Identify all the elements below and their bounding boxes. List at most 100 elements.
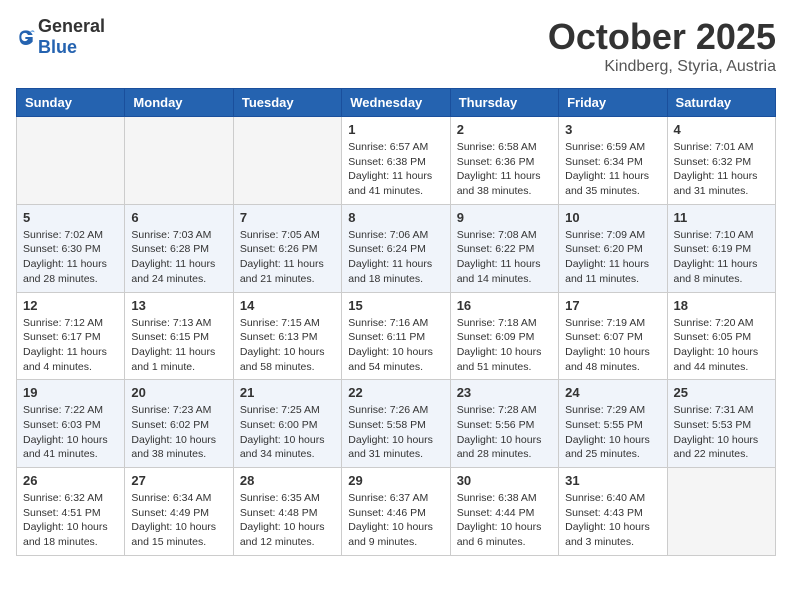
calendar-day-cell: 23 Sunrise: 7:28 AM Sunset: 5:56 PM Dayli…: [450, 380, 558, 468]
day-number: 23: [457, 385, 552, 400]
weekday-header-thursday: Thursday: [450, 89, 558, 117]
page-header: General Blue October 2025 Kindberg, Styr…: [16, 16, 776, 76]
location-subtitle: Kindberg, Styria, Austria: [548, 58, 776, 76]
day-number: 16: [457, 298, 552, 313]
calendar-week-row: 1Sunrise: 6:57 AM Sunset: 6:38 PM Daylig…: [17, 117, 776, 205]
calendar-day-cell: 18 Sunrise: 7:20 AM Sunset: 6:05 PM Dayli…: [667, 292, 775, 380]
calendar-day-cell: 26 Sunrise: 6:32 AM Sunset: 4:51 PM Dayli…: [17, 468, 125, 556]
day-info: Sunrise: 7:09 AM Sunset: 6:20 PM Dayligh…: [565, 228, 660, 287]
calendar-day-cell: [125, 117, 233, 205]
day-number: 30: [457, 473, 552, 488]
day-number: 8: [348, 210, 443, 225]
calendar-day-cell: [233, 117, 341, 205]
calendar-day-cell: 12 Sunrise: 7:12 AM Sunset: 6:17 PM Dayli…: [17, 292, 125, 380]
logo-icon: [16, 27, 36, 47]
day-info: Sunrise: 7:28 AM Sunset: 5:56 PM Dayligh…: [457, 403, 552, 462]
calendar-day-cell: 17 Sunrise: 7:19 AM Sunset: 6:07 PM Dayli…: [559, 292, 667, 380]
calendar-day-cell: 31 Sunrise: 6:40 AM Sunset: 4:43 PM Dayli…: [559, 468, 667, 556]
day-number: 25: [674, 385, 769, 400]
weekday-header-tuesday: Tuesday: [233, 89, 341, 117]
day-number: 31: [565, 473, 660, 488]
calendar-day-cell: 5 Sunrise: 7:02 AM Sunset: 6:30 PM Daylig…: [17, 204, 125, 292]
calendar-week-row: 26 Sunrise: 6:32 AM Sunset: 4:51 PM Dayli…: [17, 468, 776, 556]
day-number: 9: [457, 210, 552, 225]
calendar-day-cell: 25 Sunrise: 7:31 AM Sunset: 5:53 PM Dayli…: [667, 380, 775, 468]
weekday-header-friday: Friday: [559, 89, 667, 117]
day-number: 1: [348, 122, 443, 137]
day-info: Sunrise: 6:38 AM Sunset: 4:44 PM Dayligh…: [457, 491, 552, 550]
weekday-header-saturday: Saturday: [667, 89, 775, 117]
calendar-day-cell: 16 Sunrise: 7:18 AM Sunset: 6:09 PM Dayli…: [450, 292, 558, 380]
day-number: 2: [457, 122, 552, 137]
calendar-day-cell: 6Sunrise: 7:03 AM Sunset: 6:28 PM Daylig…: [125, 204, 233, 292]
calendar-day-cell: 28 Sunrise: 6:35 AM Sunset: 4:48 PM Dayli…: [233, 468, 341, 556]
calendar-day-cell: 3 Sunrise: 6:59 AM Sunset: 6:34 PM Daylig…: [559, 117, 667, 205]
day-number: 6: [131, 210, 226, 225]
weekday-header-wednesday: Wednesday: [342, 89, 450, 117]
day-info: Sunrise: 6:34 AM Sunset: 4:49 PM Dayligh…: [131, 491, 226, 550]
calendar-day-cell: 15Sunrise: 7:16 AM Sunset: 6:11 PM Dayli…: [342, 292, 450, 380]
calendar-week-row: 12 Sunrise: 7:12 AM Sunset: 6:17 PM Dayli…: [17, 292, 776, 380]
day-info: Sunrise: 6:59 AM Sunset: 6:34 PM Dayligh…: [565, 140, 660, 199]
day-info: Sunrise: 7:18 AM Sunset: 6:09 PM Dayligh…: [457, 316, 552, 375]
day-info: Sunrise: 7:31 AM Sunset: 5:53 PM Dayligh…: [674, 403, 769, 462]
day-number: 13: [131, 298, 226, 313]
day-info: Sunrise: 7:02 AM Sunset: 6:30 PM Dayligh…: [23, 228, 118, 287]
weekday-header-monday: Monday: [125, 89, 233, 117]
day-info: Sunrise: 7:19 AM Sunset: 6:07 PM Dayligh…: [565, 316, 660, 375]
calendar-day-cell: 9 Sunrise: 7:08 AM Sunset: 6:22 PM Daylig…: [450, 204, 558, 292]
calendar-day-cell: 14 Sunrise: 7:15 AM Sunset: 6:13 PM Dayli…: [233, 292, 341, 380]
day-info: Sunrise: 7:10 AM Sunset: 6:19 PM Dayligh…: [674, 228, 769, 287]
day-info: Sunrise: 7:16 AM Sunset: 6:11 PM Dayligh…: [348, 316, 443, 375]
day-info: Sunrise: 7:25 AM Sunset: 6:00 PM Dayligh…: [240, 403, 335, 462]
calendar-week-row: 5 Sunrise: 7:02 AM Sunset: 6:30 PM Daylig…: [17, 204, 776, 292]
day-info: Sunrise: 7:13 AM Sunset: 6:15 PM Dayligh…: [131, 316, 226, 375]
day-info: Sunrise: 7:12 AM Sunset: 6:17 PM Dayligh…: [23, 316, 118, 375]
day-info: Sunrise: 6:35 AM Sunset: 4:48 PM Dayligh…: [240, 491, 335, 550]
calendar-day-cell: 4 Sunrise: 7:01 AM Sunset: 6:32 PM Daylig…: [667, 117, 775, 205]
day-number: 19: [23, 385, 118, 400]
logo-blue-text: Blue: [38, 37, 105, 58]
day-number: 26: [23, 473, 118, 488]
calendar-day-cell: 13 Sunrise: 7:13 AM Sunset: 6:15 PM Dayli…: [125, 292, 233, 380]
calendar-day-cell: 27 Sunrise: 6:34 AM Sunset: 4:49 PM Dayli…: [125, 468, 233, 556]
day-info: Sunrise: 7:05 AM Sunset: 6:26 PM Dayligh…: [240, 228, 335, 287]
weekday-header-row: SundayMondayTuesdayWednesdayThursdayFrid…: [17, 89, 776, 117]
calendar-day-cell: 22Sunrise: 7:26 AM Sunset: 5:58 PM Dayli…: [342, 380, 450, 468]
day-number: 27: [131, 473, 226, 488]
title-block: October 2025 Kindberg, Styria, Austria: [548, 16, 776, 76]
calendar-day-cell: 19 Sunrise: 7:22 AM Sunset: 6:03 PM Dayli…: [17, 380, 125, 468]
calendar-day-cell: [17, 117, 125, 205]
day-number: 29: [348, 473, 443, 488]
calendar-day-cell: 29Sunrise: 6:37 AM Sunset: 4:46 PM Dayli…: [342, 468, 450, 556]
calendar-day-cell: 11Sunrise: 7:10 AM Sunset: 6:19 PM Dayli…: [667, 204, 775, 292]
calendar-day-cell: [667, 468, 775, 556]
day-number: 20: [131, 385, 226, 400]
day-number: 28: [240, 473, 335, 488]
day-number: 10: [565, 210, 660, 225]
day-number: 3: [565, 122, 660, 137]
calendar-day-cell: 7Sunrise: 7:05 AM Sunset: 6:26 PM Daylig…: [233, 204, 341, 292]
logo: General Blue: [16, 16, 105, 58]
day-number: 14: [240, 298, 335, 313]
day-info: Sunrise: 6:32 AM Sunset: 4:51 PM Dayligh…: [23, 491, 118, 550]
day-info: Sunrise: 7:15 AM Sunset: 6:13 PM Dayligh…: [240, 316, 335, 375]
calendar-table: SundayMondayTuesdayWednesdayThursdayFrid…: [16, 88, 776, 556]
day-number: 12: [23, 298, 118, 313]
day-info: Sunrise: 7:08 AM Sunset: 6:22 PM Dayligh…: [457, 228, 552, 287]
day-info: Sunrise: 6:40 AM Sunset: 4:43 PM Dayligh…: [565, 491, 660, 550]
calendar-week-row: 19 Sunrise: 7:22 AM Sunset: 6:03 PM Dayli…: [17, 380, 776, 468]
day-info: Sunrise: 7:22 AM Sunset: 6:03 PM Dayligh…: [23, 403, 118, 462]
day-number: 17: [565, 298, 660, 313]
calendar-day-cell: 8Sunrise: 7:06 AM Sunset: 6:24 PM Daylig…: [342, 204, 450, 292]
day-number: 18: [674, 298, 769, 313]
day-info: Sunrise: 7:20 AM Sunset: 6:05 PM Dayligh…: [674, 316, 769, 375]
day-number: 4: [674, 122, 769, 137]
day-info: Sunrise: 7:01 AM Sunset: 6:32 PM Dayligh…: [674, 140, 769, 199]
month-title: October 2025: [548, 16, 776, 58]
calendar-day-cell: 20Sunrise: 7:23 AM Sunset: 6:02 PM Dayli…: [125, 380, 233, 468]
calendar-day-cell: 30 Sunrise: 6:38 AM Sunset: 4:44 PM Dayli…: [450, 468, 558, 556]
weekday-header-sunday: Sunday: [17, 89, 125, 117]
calendar-day-cell: 10 Sunrise: 7:09 AM Sunset: 6:20 PM Dayli…: [559, 204, 667, 292]
day-number: 5: [23, 210, 118, 225]
